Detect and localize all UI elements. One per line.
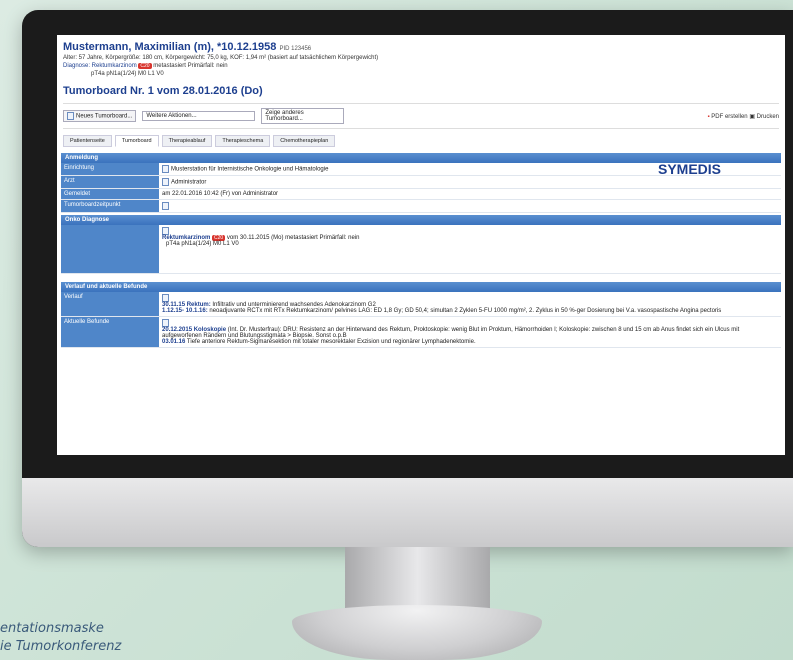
patient-tnm: pT4a pN1a(1/24) M0 L1 V0: [91, 71, 164, 77]
tab-chemotherapieplan[interactable]: Chemotherapieplan: [273, 135, 336, 147]
tab-tumorboard[interactable]: Tumorboard: [114, 135, 159, 147]
diagnosis-tnm: pT4a pN1a(1/24) M0 L1 V0: [166, 241, 239, 247]
row-label: Arzt: [61, 176, 159, 188]
row-label: Aktuelle Befunde: [61, 317, 159, 347]
other-board-select[interactable]: Zeige anderes Tumorboard...: [261, 108, 345, 124]
patient-pid: PID 123456: [279, 46, 312, 52]
patient-header: Mustermann, Maximilian (m), *10.12.1958 …: [57, 35, 785, 77]
table-row: Verlauf 30.11.15 Rektum: Infiltrativ und…: [61, 292, 781, 317]
patient-name: Mustermann, Maximilian (m), *10.12.1958 …: [63, 41, 312, 53]
row-label: Verlauf: [61, 292, 159, 316]
section-anmeldung: Anmeldung Einrichtung Musterstation für …: [61, 153, 781, 213]
toolbar-right: ▪ PDF erstellen ▣ Drucken: [707, 113, 779, 120]
icd-badge: C20: [138, 63, 152, 69]
row-label: Einrichtung: [61, 163, 159, 175]
monitor-stand-foot: [292, 605, 542, 660]
row-label: Tumorboardzeitpunkt: [61, 200, 159, 212]
tab-therapieschema[interactable]: Therapieschema: [215, 135, 271, 147]
tab-therapieablauf[interactable]: Therapieablauf: [161, 135, 213, 147]
document-icon: [162, 178, 169, 186]
table-row: Tumorboardzeitpunkt: [61, 200, 781, 213]
row-label-empty: [61, 225, 159, 273]
more-actions-select[interactable]: Weitere Aktionen...: [142, 111, 256, 121]
pdf-icon: ▪: [707, 113, 710, 120]
diagnosis-details: vom 30.11.2015 (Mo) metastasiert Primärf…: [226, 235, 360, 241]
table-row: Gemeldet am 22.01.2016 10:42 (Fr) von Ad…: [61, 189, 781, 200]
patient-diagnosis: Diagnose: Rektumkarzinom C20 metastasier…: [63, 63, 228, 69]
app-screen: Mustermann, Maximilian (m), *10.12.1958 …: [57, 35, 785, 455]
document-icon: [67, 112, 74, 120]
brand-logo: SYMEDIS: [657, 161, 721, 177]
pdf-link[interactable]: PDF erstellen: [711, 114, 747, 120]
edit-icon[interactable]: [162, 202, 169, 210]
section-title: Verlauf und aktuelle Befunde: [61, 282, 781, 292]
toolbar: Neues Tumorboard... Weitere Aktionen... …: [63, 103, 779, 129]
page-title: Tumorboard Nr. 1 vom 28.01.2016 (Do): [63, 85, 263, 97]
section-title: Onko Diagnose: [61, 215, 781, 225]
einrichtung-value: Musterstation für Internistische Onkolog…: [171, 166, 329, 173]
gemeldet-value: am 22.01.2016 10:42 (Fr) von Administrat…: [162, 191, 279, 197]
tab-bar: Patientenseite Tumorboard Therapieablauf…: [63, 135, 779, 147]
print-icon: ▣: [749, 113, 755, 120]
patient-meta: Alter: 57 Jahre, Körpergröße: 180 cm, Kö…: [63, 55, 379, 61]
caption: entationsmaske ie Tumorkonferenz: [0, 621, 122, 654]
print-link[interactable]: Drucken: [757, 114, 779, 120]
section-diagnose: Onko Diagnose Rektumkarzinom C20 vom 30.…: [61, 215, 781, 274]
monitor-chin: [22, 478, 793, 547]
new-tumorboard-button[interactable]: Neues Tumorboard...: [63, 110, 137, 122]
table-row: Rektumkarzinom C20 vom 30.11.2015 (Mo) m…: [61, 225, 781, 274]
document-icon: [162, 165, 169, 173]
tab-patientenseite[interactable]: Patientenseite: [63, 135, 112, 147]
row-label: Gemeldet: [61, 189, 159, 199]
table-row: Aktuelle Befunde 20.12.2015 Koloskopie (…: [61, 317, 781, 348]
table-row: Arzt Administrator: [61, 176, 781, 189]
section-verlauf: Verlauf und aktuelle Befunde Verlauf 30.…: [61, 282, 781, 348]
arzt-value: Administrator: [171, 179, 207, 186]
edit-icon[interactable]: [162, 319, 169, 327]
edit-icon[interactable]: [162, 294, 169, 302]
edit-icon[interactable]: [162, 227, 169, 235]
table-row: Einrichtung Musterstation für Internisti…: [61, 161, 781, 177]
